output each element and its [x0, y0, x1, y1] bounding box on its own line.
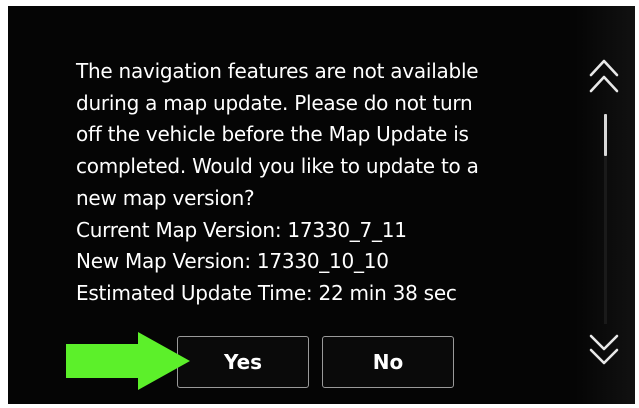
no-button[interactable]: No [322, 336, 454, 388]
scrollbar-track[interactable] [604, 114, 607, 324]
infotainment-screen: The navigation features are not availabl… [8, 6, 635, 404]
map-update-message: The navigation features are not availabl… [76, 56, 576, 310]
message-line: new map version? [76, 185, 255, 210]
current-map-version: Current Map Version: 17330_7_11 [76, 217, 407, 242]
new-map-version: New Map Version: 17330_10_10 [76, 249, 389, 274]
message-line: during a map update. Please do not turn [76, 90, 473, 115]
message-line: The navigation features are not availabl… [76, 59, 479, 83]
scroll-down-button[interactable] [588, 332, 620, 368]
message-line: completed. Would you like to update to a [76, 154, 479, 179]
estimated-update-time: Estimated Update Time: 22 min 38 sec [76, 280, 457, 305]
scroll-up-button[interactable] [588, 53, 620, 99]
yes-button[interactable]: Yes [177, 336, 309, 388]
scrollbar-thumb[interactable] [604, 114, 607, 156]
double-chevron-down-icon [589, 334, 619, 365]
message-paragraph: The navigation features are not availabl… [76, 56, 576, 215]
double-chevron-up-icon [589, 59, 619, 93]
green-arrow-icon [66, 332, 190, 390]
message-line: off the vehicle before the Map Update is [76, 122, 469, 147]
